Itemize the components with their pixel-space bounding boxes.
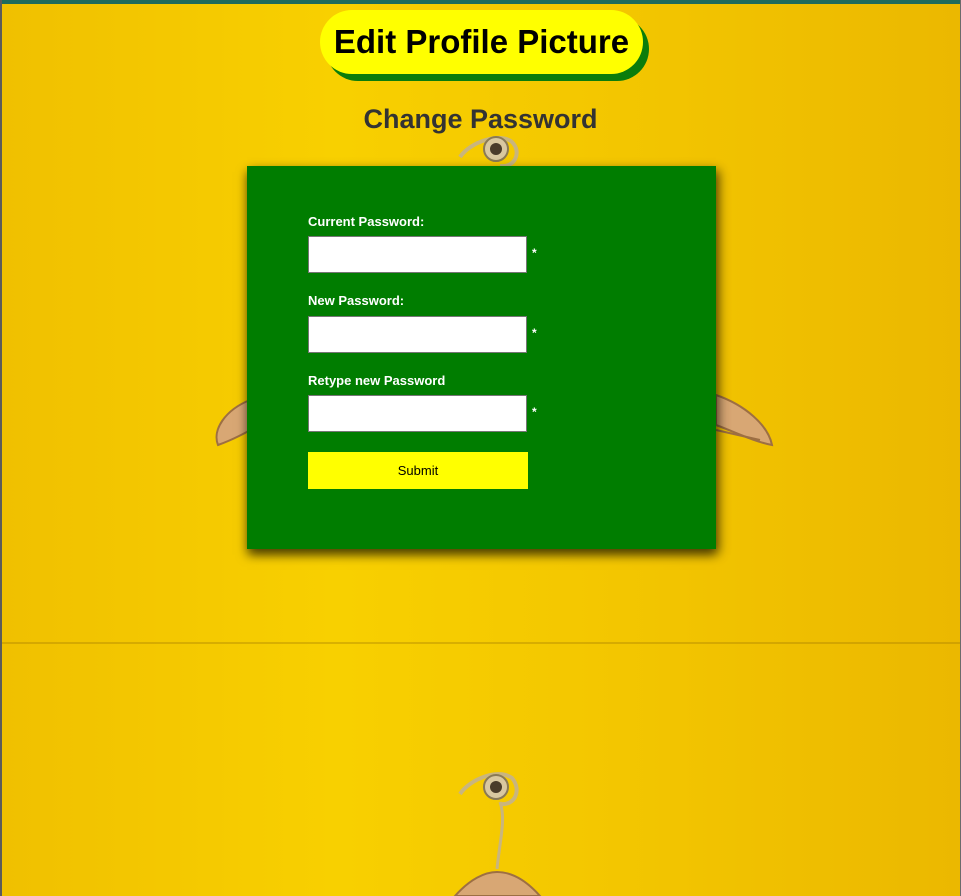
required-indicator: * <box>532 326 537 340</box>
required-indicator: * <box>532 246 537 260</box>
retype-password-input[interactable] <box>308 395 527 432</box>
clothes-hanger-icon <box>453 772 542 896</box>
page-title: Change Password <box>363 104 598 134</box>
submit-button[interactable]: Submit <box>308 452 528 489</box>
new-password-label: New Password: <box>308 293 405 308</box>
retype-password-label: Retype new Password <box>308 373 446 388</box>
edit-profile-picture-label: Edit Profile Picture <box>333 23 630 60</box>
required-indicator: * <box>532 405 537 419</box>
current-password-input[interactable] <box>308 236 527 273</box>
new-password-input[interactable] <box>308 316 527 353</box>
background-tile <box>0 644 961 896</box>
left-border <box>0 0 2 896</box>
change-password-form: Current Password: * New Password: * Rety… <box>247 166 716 549</box>
top-border <box>0 0 961 4</box>
edit-profile-picture-button[interactable]: Edit Profile Picture <box>320 10 643 74</box>
current-password-label: Current Password: <box>308 214 425 229</box>
